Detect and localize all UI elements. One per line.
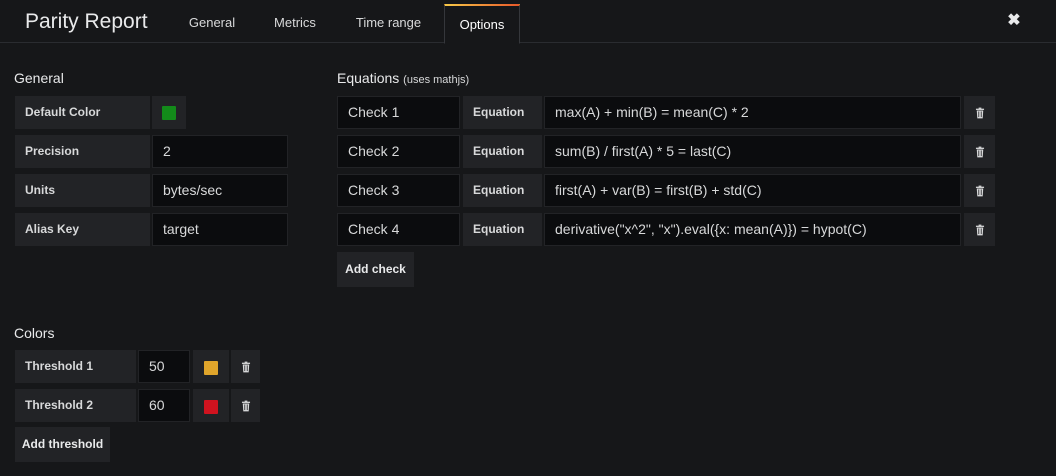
remove-check-button[interactable]	[964, 135, 995, 168]
remove-check-button[interactable]	[964, 213, 995, 246]
default-color-label: Default Color	[15, 96, 150, 129]
trash-icon	[241, 361, 250, 372]
tab-general[interactable]: General	[173, 4, 251, 43]
general-section-title: General	[14, 70, 64, 86]
equation-input[interactable]: derivative("x^2", "x").eval({x: mean(A)}…	[544, 213, 961, 246]
editor-header: Parity Report General Metrics Time range…	[0, 0, 1056, 44]
threshold-color-picker[interactable]	[193, 350, 229, 383]
trash-icon	[975, 185, 984, 196]
equation-label: Equation	[463, 174, 542, 207]
tab-options[interactable]: Options	[444, 4, 520, 44]
equation-label: Equation	[463, 213, 542, 246]
tab-time-range[interactable]: Time range	[340, 4, 437, 43]
threshold-color-picker[interactable]	[193, 389, 229, 422]
default-color-picker[interactable]	[152, 96, 186, 129]
trash-icon	[975, 146, 984, 157]
default-color-swatch[interactable]	[162, 106, 176, 120]
equations-section-title: Equations (uses mathjs)	[337, 70, 469, 86]
add-threshold-button[interactable]: Add threshold	[15, 427, 110, 462]
remove-threshold-button[interactable]	[231, 350, 260, 383]
remove-check-button[interactable]	[964, 96, 995, 129]
equations-subtitle: (uses mathjs)	[403, 74, 470, 86]
remove-threshold-button[interactable]	[231, 389, 260, 422]
threshold-value-input[interactable]: 60	[138, 389, 190, 422]
panel-title: Parity Report	[25, 10, 148, 33]
precision-label: Precision	[15, 135, 150, 168]
equation-input[interactable]: max(A) + min(B) = mean(C) * 2	[544, 96, 961, 129]
precision-input[interactable]: 2	[152, 135, 288, 168]
equations-title: Equations	[337, 70, 400, 86]
trash-icon	[241, 400, 250, 411]
check-name-input[interactable]: Check 3	[337, 174, 460, 207]
units-label: Units	[15, 174, 150, 207]
alias-key-label: Alias Key	[15, 213, 150, 246]
threshold-label: Threshold 2	[15, 389, 136, 422]
units-input[interactable]: bytes/sec	[152, 174, 288, 207]
equation-label: Equation	[463, 96, 542, 129]
threshold-value-input[interactable]: 50	[138, 350, 190, 383]
equation-label: Equation	[463, 135, 542, 168]
trash-icon	[975, 107, 984, 118]
check-name-input[interactable]: Check 2	[337, 135, 460, 168]
equation-input[interactable]: first(A) + var(B) = first(B) + std(C)	[544, 174, 961, 207]
close-icon[interactable]: ✖	[1005, 12, 1023, 30]
alias-key-input[interactable]: target	[152, 213, 288, 246]
colors-section-title: Colors	[14, 325, 55, 341]
add-check-button[interactable]: Add check	[337, 252, 414, 287]
threshold-label: Threshold 1	[15, 350, 136, 383]
remove-check-button[interactable]	[964, 174, 995, 207]
check-name-input[interactable]: Check 4	[337, 213, 460, 246]
check-name-input[interactable]: Check 1	[337, 96, 460, 129]
threshold-color-swatch[interactable]	[204, 361, 218, 375]
trash-icon	[975, 224, 984, 235]
tab-metrics[interactable]: Metrics	[258, 4, 332, 43]
equation-input[interactable]: sum(B) / first(A) * 5 = last(C)	[544, 135, 961, 168]
threshold-color-swatch[interactable]	[204, 400, 218, 414]
